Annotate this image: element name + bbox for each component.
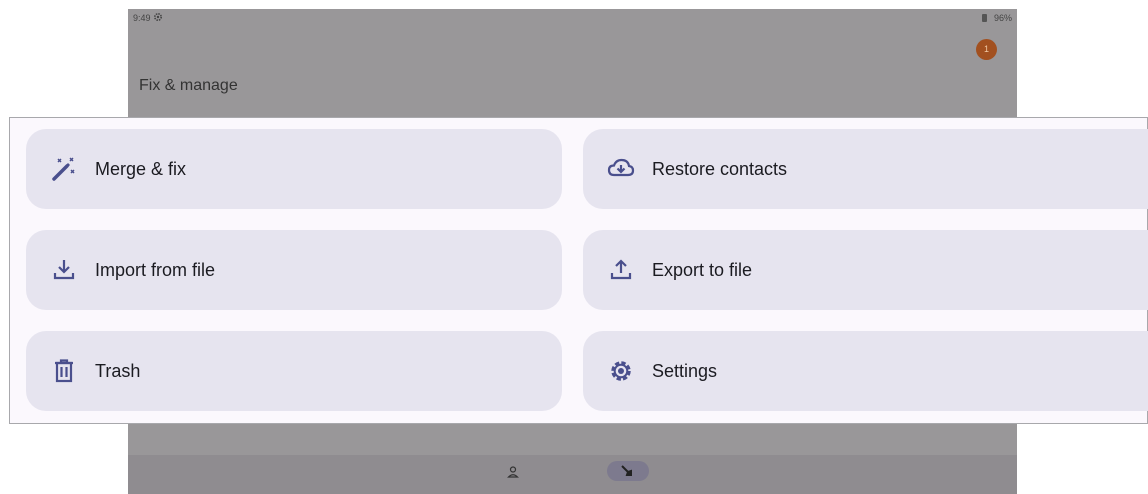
- upload-icon: [607, 256, 635, 284]
- magic-wand-icon: [50, 155, 78, 183]
- bottom-navigation: [128, 455, 1017, 494]
- status-time: 9:49: [133, 13, 151, 23]
- merge-fix-label: Merge & fix: [95, 159, 187, 179]
- settings-label: Settings: [652, 361, 718, 381]
- avatar[interactable]: 1: [976, 39, 997, 60]
- cloud-download-icon: [607, 155, 635, 183]
- trash-button[interactable]: Trash: [26, 331, 562, 411]
- status-bar: 9:49 96%: [128, 9, 1017, 29]
- download-icon: [50, 256, 78, 284]
- trash-icon: [50, 357, 78, 385]
- fix-manage-panel: Merge & fix Restore contacts Import from…: [9, 117, 1148, 424]
- restore-contacts-button[interactable]: Restore contacts: [583, 129, 1148, 209]
- merge-fix-button[interactable]: Merge & fix: [26, 129, 562, 209]
- battery-icon: [982, 14, 987, 22]
- export-to-file-button[interactable]: Export to file: [583, 230, 1148, 310]
- page-title: Fix & manage: [139, 77, 238, 94]
- gear-icon: [607, 357, 635, 385]
- battery-level: 96%: [993, 13, 1012, 23]
- restore-contacts-label: Restore contacts: [652, 159, 788, 179]
- export-to-file-label: Export to file: [652, 260, 753, 280]
- wrench-icon: [621, 465, 632, 476]
- import-from-file-label: Import from file: [95, 260, 216, 280]
- settings-button[interactable]: Settings: [583, 331, 1148, 411]
- import-from-file-button[interactable]: Import from file: [26, 230, 562, 310]
- person-icon[interactable]: [506, 465, 520, 479]
- nav-fix-manage-tab[interactable]: [607, 461, 649, 481]
- trash-label: Trash: [95, 361, 141, 381]
- settings-status-icon: [153, 12, 163, 22]
